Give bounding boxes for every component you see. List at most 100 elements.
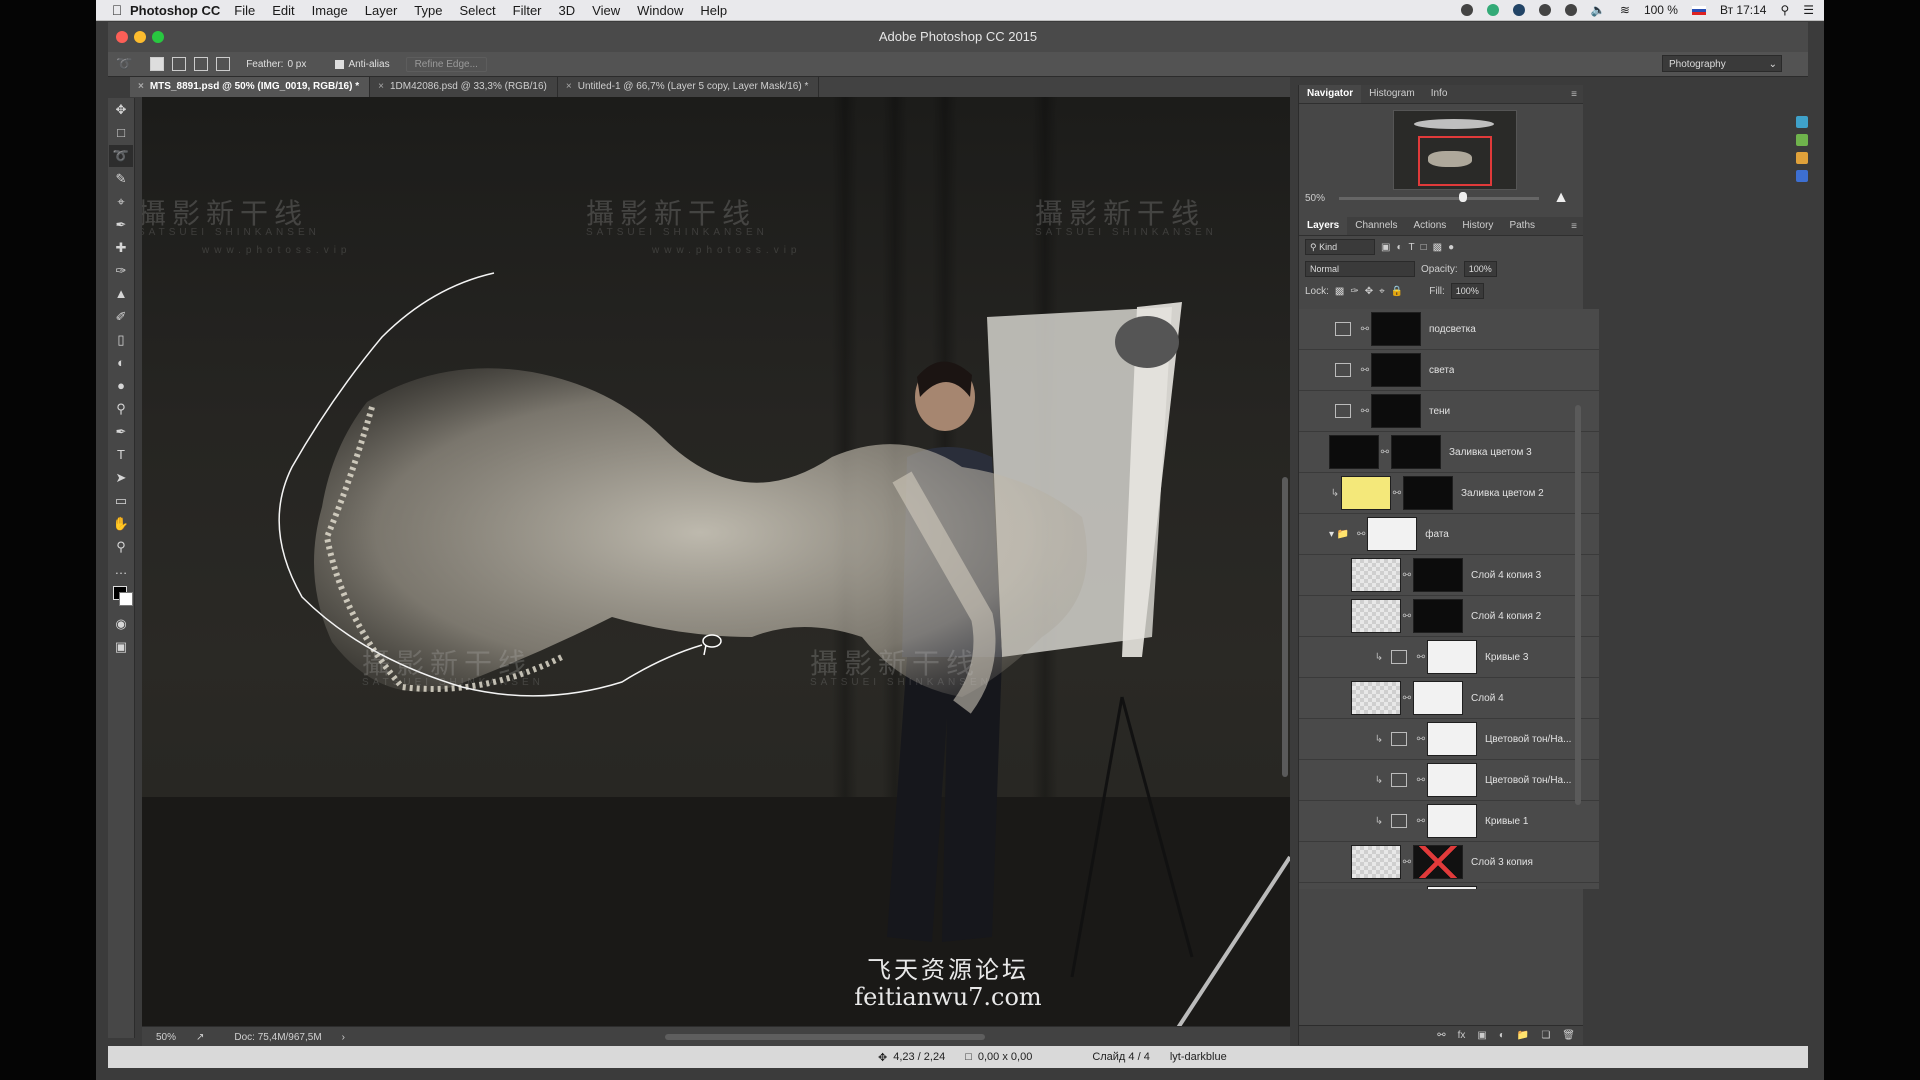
menu-file[interactable]: File xyxy=(234,3,255,18)
visibility-eye-icon[interactable] xyxy=(1305,651,1321,663)
adjustment-layer-icon[interactable] xyxy=(1335,404,1351,418)
filter-kind-select[interactable]: ⚲ Kind xyxy=(1305,239,1375,255)
adjustment-layer-icon[interactable] xyxy=(1335,363,1351,377)
dock-app-icon[interactable] xyxy=(1796,134,1808,146)
subtract-selection-icon[interactable] xyxy=(194,57,209,71)
curves-icon[interactable] xyxy=(1391,650,1407,664)
link-layers-icon[interactable]: ⚯ xyxy=(1437,1030,1445,1041)
layer-mask-thumb[interactable] xyxy=(1427,804,1477,838)
bucket-icon[interactable]: ◐ xyxy=(109,352,133,374)
crop-icon[interactable]: ⌖ xyxy=(109,191,133,213)
dropbox-icon[interactable] xyxy=(1512,4,1525,16)
dock-app-icon[interactable] xyxy=(1796,152,1808,164)
layer-name[interactable]: тени xyxy=(1429,406,1450,417)
navigator-zoom[interactable]: 50% xyxy=(1305,193,1325,204)
layer-row[interactable]: ⚯ света xyxy=(1299,350,1599,391)
panel-menu-icon[interactable]: ≡ xyxy=(1571,89,1577,100)
layer-row[interactable]: ⚯ Слой 3 копия xyxy=(1299,842,1599,883)
menu-image[interactable]: Image xyxy=(312,3,348,18)
apple-icon[interactable]:  xyxy=(104,2,130,18)
close-tab-icon[interactable]: × xyxy=(138,81,144,92)
eraser-icon[interactable]: ▯ xyxy=(109,329,133,351)
lock-pixels-icon[interactable]: ✑ xyxy=(1350,286,1358,297)
visibility-eye-icon[interactable] xyxy=(1305,774,1321,786)
feather-input[interactable]: 0 px xyxy=(287,59,327,70)
zoom-level[interactable]: 50% xyxy=(156,1032,196,1043)
canvas-area[interactable]: 攝影新干线 SATSUEI SHINKANSEN 攝影新干线 SATSUEI S… xyxy=(142,97,1290,1037)
menu-3d[interactable]: 3D xyxy=(559,3,576,18)
dock-app-icon[interactable] xyxy=(1796,170,1808,182)
layer-name[interactable]: света xyxy=(1429,365,1454,376)
navigator-zoom-slider[interactable] xyxy=(1339,197,1539,200)
mask-link-icon[interactable]: ⚯ xyxy=(1401,857,1413,868)
filter-smart-icon[interactable]: ▩ xyxy=(1433,242,1442,253)
mask-link-icon[interactable]: ⚯ xyxy=(1379,447,1391,458)
menu-select[interactable]: Select xyxy=(459,3,495,18)
rectangle-icon[interactable]: ▭ xyxy=(109,490,133,512)
layer-mask-thumb[interactable] xyxy=(1427,640,1477,674)
visibility-eye-icon[interactable] xyxy=(1305,610,1321,622)
stamp-icon[interactable]: ▲ xyxy=(109,283,133,305)
visibility-eye-icon[interactable] xyxy=(1305,323,1321,335)
layer-name[interactable]: Кривые 1 xyxy=(1485,816,1528,827)
filter-adjustment-icon[interactable]: ◐ xyxy=(1396,242,1402,253)
mask-link-icon[interactable]: ⚯ xyxy=(1391,488,1403,499)
layer-name[interactable]: Слой 4 копия 3 xyxy=(1471,570,1541,581)
screen-mode-icon[interactable]: ▣ xyxy=(109,636,133,658)
menu-edit[interactable]: Edit xyxy=(272,3,294,18)
layer-thumb[interactable] xyxy=(1351,599,1401,633)
color-swatch-icon[interactable] xyxy=(109,582,133,612)
trash-icon[interactable]: 🗑 xyxy=(1562,1030,1575,1041)
layer-row[interactable]: ↳⚯Кривые 2 xyxy=(1299,883,1599,889)
lock-artboard-icon[interactable]: ⌖ xyxy=(1379,286,1385,297)
record-icon[interactable] xyxy=(1460,4,1473,16)
layer-name[interactable]: Заливка цветом 3 xyxy=(1449,447,1532,458)
background-color[interactable] xyxy=(119,592,133,606)
layer-row[interactable]: ⚯ Заливка цветом 3 xyxy=(1299,432,1599,473)
close-tab-icon[interactable]: × xyxy=(566,81,572,92)
layer-mask-thumb[interactable] xyxy=(1413,599,1463,633)
layer-mask-thumb[interactable] xyxy=(1371,353,1421,387)
antialias-checkbox[interactable] xyxy=(335,59,345,69)
tab-history[interactable]: History xyxy=(1454,217,1501,235)
mask-link-icon[interactable]: ⚯ xyxy=(1359,324,1371,335)
zoom-icon[interactable]: ⚲ xyxy=(109,536,133,558)
hue-saturation-icon[interactable] xyxy=(1391,732,1407,746)
filter-pixel-icon[interactable]: ▣ xyxy=(1381,242,1390,253)
visibility-eye-icon[interactable] xyxy=(1305,569,1321,581)
layer-name[interactable]: Кривые 3 xyxy=(1485,652,1528,663)
layer-mask-thumb[interactable] xyxy=(1403,476,1453,510)
refine-edge-button[interactable]: Refine Edge... xyxy=(405,56,487,72)
quick-mask-icon[interactable]: ◉ xyxy=(109,613,133,635)
tab-histogram[interactable]: Histogram xyxy=(1361,85,1423,103)
time-machine-icon[interactable] xyxy=(1564,4,1577,16)
layer-mask-thumb[interactable] xyxy=(1427,722,1477,756)
layer-thumb[interactable] xyxy=(1351,558,1401,592)
visibility-eye-icon[interactable] xyxy=(1305,692,1321,704)
hue-saturation-icon[interactable] xyxy=(1391,773,1407,787)
layer-mask-thumb[interactable] xyxy=(1371,312,1421,346)
layer-row[interactable]: ↳ ⚯ Цветовой тон/На... xyxy=(1299,719,1599,760)
add-mask-icon[interactable]: ▣ xyxy=(1477,1030,1486,1041)
layer-name[interactable]: Слой 4 xyxy=(1471,693,1504,704)
layer-mask-thumb[interactable] xyxy=(1413,681,1463,715)
layer-name[interactable]: фата xyxy=(1425,529,1449,540)
mountain-large-icon[interactable]: ▲ xyxy=(1553,189,1569,207)
menu-view[interactable]: View xyxy=(592,3,620,18)
mask-link-icon[interactable]: ⚯ xyxy=(1359,365,1371,376)
folder-icon[interactable]: ▾ 📁 xyxy=(1329,529,1349,540)
layer-row[interactable]: ⚯ Слой 4 копия 3 xyxy=(1299,555,1599,596)
fill-color-thumb[interactable] xyxy=(1341,476,1391,510)
chevron-right-icon[interactable]: › xyxy=(342,1032,345,1043)
tab-paths[interactable]: Paths xyxy=(1501,217,1543,235)
dodge-icon[interactable]: ⚲ xyxy=(109,398,133,420)
layer-thumb[interactable] xyxy=(1351,681,1401,715)
menu-window[interactable]: Window xyxy=(637,3,683,18)
marquee-icon[interactable]: □ xyxy=(109,122,133,144)
minimize-button[interactable] xyxy=(134,31,146,43)
filter-shape-icon[interactable]: □ xyxy=(1421,242,1427,253)
sync-icon[interactable] xyxy=(1538,4,1551,16)
visibility-eye-icon[interactable] xyxy=(1305,405,1321,417)
layer-row[interactable]: ↳ ⚯ Кривые 3 xyxy=(1299,637,1599,678)
fx-icon[interactable]: fx xyxy=(1458,1030,1466,1041)
